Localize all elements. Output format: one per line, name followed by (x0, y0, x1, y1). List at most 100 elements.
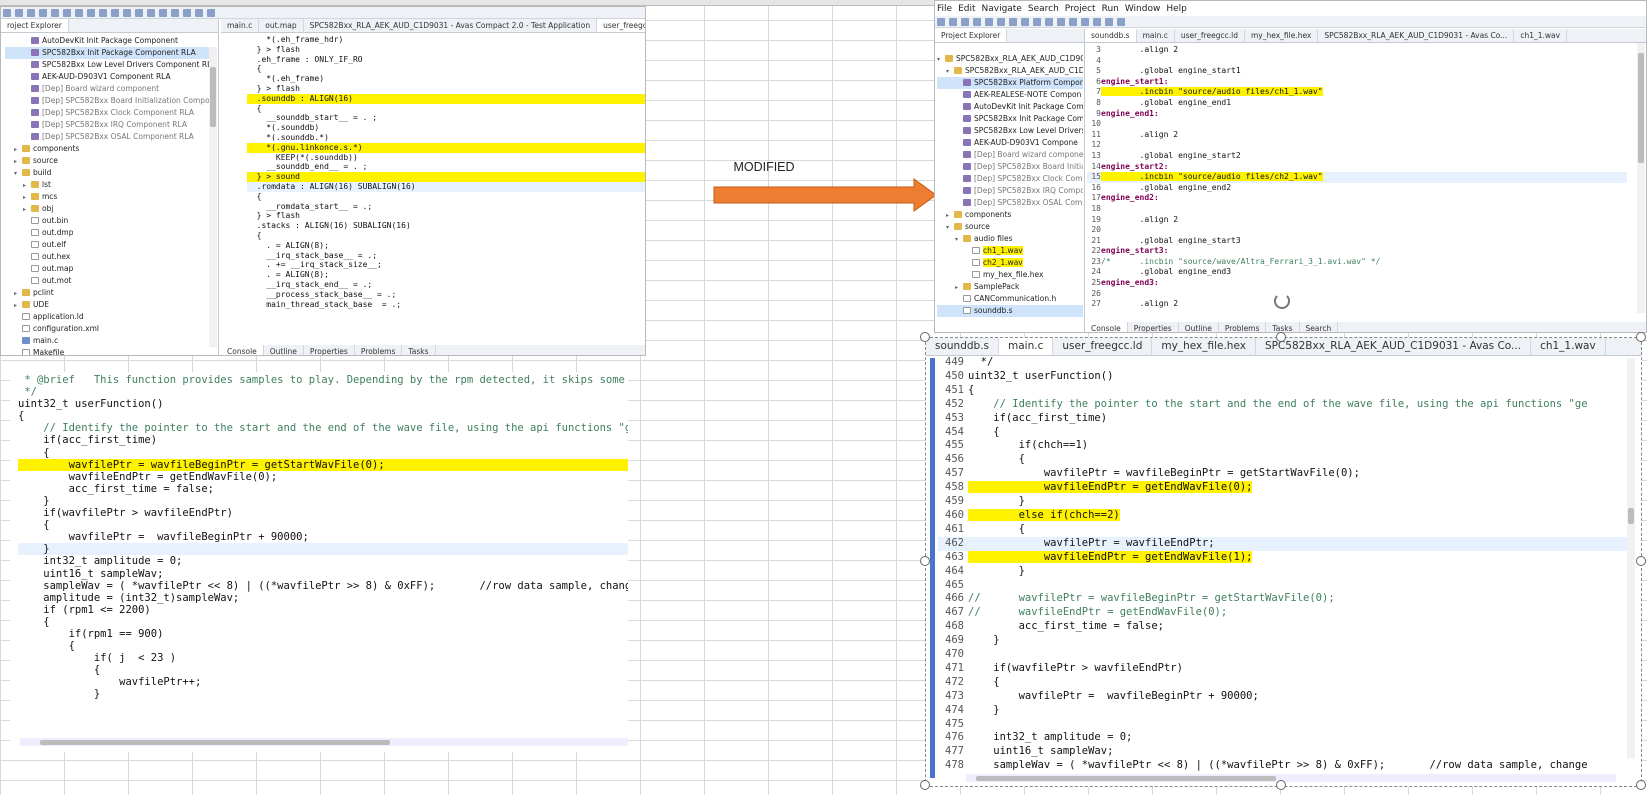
tree-item[interactable]: [Dep] SPC582Bxx Board Initialization Com… (5, 95, 211, 107)
tree-item[interactable]: ▸ SamplePack (937, 281, 1083, 293)
tree-item[interactable]: [Dep] SPC582Bxx Clock Component RLA (5, 107, 211, 119)
editor-tab[interactable]: main.c (1137, 29, 1175, 42)
toolbar-icon[interactable] (3, 9, 11, 17)
editor-tab[interactable]: main.c (221, 19, 260, 32)
expand-toggle-icon[interactable]: ▾ (14, 168, 22, 179)
toolbar-icon[interactable] (195, 9, 203, 17)
tree-item[interactable]: [Dep] SPC582Bxx OSAL Comp (937, 197, 1083, 209)
resize-handle[interactable] (1636, 332, 1646, 342)
tree-item[interactable]: ch2_1.wav (937, 257, 1083, 269)
editor-tab[interactable]: my_hex_file.hex (1245, 29, 1319, 42)
tree-item[interactable]: my_hex_file.hex (937, 269, 1083, 281)
main-c-hscroll[interactable] (966, 774, 1616, 782)
toolbar-icon[interactable] (183, 9, 191, 17)
editor-tab[interactable]: ch1_1.wav (1514, 29, 1568, 42)
toolbar-icon[interactable] (985, 18, 993, 26)
editor-tab[interactable]: out.map (259, 19, 304, 32)
expand-toggle-icon[interactable]: ▾ (946, 66, 954, 77)
tree-item[interactable]: ▾ source (937, 221, 1083, 233)
toolbar-icon[interactable] (171, 9, 179, 17)
toolbar-icon[interactable] (937, 18, 945, 26)
tree-item[interactable]: Makefile (5, 347, 211, 355)
toolbar-icon[interactable] (135, 9, 143, 17)
tree-item[interactable]: application.ld (5, 311, 211, 323)
tree-item[interactable]: out.bin (5, 215, 211, 227)
expand-toggle-icon[interactable]: ▸ (14, 156, 22, 167)
tree-item[interactable]: AEK-AUD-D903V1 Component RLA (5, 71, 211, 83)
tree-item[interactable]: ▸ components (937, 209, 1083, 221)
menu-item-file[interactable]: File (937, 4, 952, 14)
tree-item[interactable]: out.dmp (5, 227, 211, 239)
toolbar-icon[interactable] (1093, 18, 1101, 26)
tree-item[interactable]: [Dep] Board wizard compone (937, 149, 1083, 161)
toolbar-icon[interactable] (1045, 18, 1053, 26)
toolbar-icon[interactable] (997, 18, 1005, 26)
editor-tab[interactable]: Outline (264, 345, 304, 355)
tree-item[interactable]: CANCommunication.h (937, 293, 1083, 305)
editor-tab[interactable]: Outline (1179, 322, 1219, 332)
tree-item[interactable]: ▸ obj (5, 203, 211, 215)
tree-item[interactable]: SPC582Bxx Init Package Component RLA (5, 47, 211, 59)
editor-tab[interactable]: user_freegcc.ld (597, 19, 645, 32)
tree-item[interactable]: ▸ lst (5, 179, 211, 191)
toolbar-icon[interactable] (207, 9, 215, 17)
expand-toggle-icon[interactable]: ▸ (14, 144, 22, 155)
menu-item-search[interactable]: Search (1028, 4, 1059, 14)
expand-toggle-icon[interactable]: ▸ (23, 180, 31, 191)
toolbar-icon[interactable] (949, 18, 957, 26)
expand-toggle-icon[interactable]: ▸ (23, 204, 31, 215)
editor-tab[interactable]: Console (221, 345, 264, 355)
toolbar-icon[interactable] (1033, 18, 1041, 26)
editor-tab[interactable]: main.c (999, 338, 1054, 355)
scrollbar-thumb[interactable] (40, 740, 390, 745)
tree-item[interactable]: SPC582Bxx Low Level Drivers Component RL… (5, 59, 211, 71)
toolbar-icon[interactable] (973, 18, 981, 26)
explorer-scrollbar[interactable] (209, 47, 217, 347)
toolbar-icon[interactable] (159, 9, 167, 17)
resize-handle[interactable] (1276, 780, 1286, 790)
scrollbar-thumb[interactable] (976, 776, 1276, 781)
resize-handle[interactable] (1636, 780, 1646, 790)
expand-toggle-icon[interactable]: ▸ (23, 192, 31, 203)
tree-item[interactable]: ▸ UDE (5, 299, 211, 311)
tree-item[interactable]: SPC582Bxx Init Package Comp (937, 113, 1083, 125)
expand-toggle-icon[interactable]: ▸ (14, 300, 22, 311)
editor-tab[interactable]: Problems (1219, 322, 1267, 332)
toolbar-icon[interactable] (123, 9, 131, 17)
scrollbar-thumb[interactable] (1628, 508, 1634, 524)
sounddb-vscroll[interactable] (1637, 43, 1645, 313)
menu-item-edit[interactable]: Edit (958, 4, 975, 14)
editor-tab[interactable]: SPC582Bxx_RLA_AEK_AUD_C1D9031 - Avas Co.… (1256, 338, 1532, 355)
expand-toggle-icon[interactable]: ▾ (937, 54, 945, 65)
toolbar-icon[interactable] (1117, 18, 1125, 26)
expand-toggle-icon[interactable]: ▾ (955, 234, 963, 245)
tree-item[interactable]: out.elf (5, 239, 211, 251)
original-main-c-code[interactable]: * @brief This function provides samples … (18, 374, 628, 701)
menu-item-navigate[interactable]: Navigate (982, 4, 1022, 14)
menu-item-project[interactable]: Project (1065, 4, 1096, 14)
editor-tab[interactable]: sounddb.s (926, 338, 1000, 355)
editor-tab[interactable]: SPC582Bxx_RLA_AEK_AUD_C1D9031 - Avas Co.… (1318, 29, 1515, 42)
tree-item[interactable]: [Dep] SPC582Bxx IRQ Compo (937, 185, 1083, 197)
expand-toggle-icon[interactable]: ▸ (14, 288, 22, 299)
toolbar-icon[interactable] (1105, 18, 1113, 26)
expand-toggle-icon[interactable]: ▸ (946, 210, 954, 221)
modified-main-c-code[interactable]: 449 */450 uint32_t userFunction() 451{452 … (938, 356, 1628, 773)
menu-item-help[interactable]: Help (1166, 4, 1187, 14)
tree-item[interactable]: ch1_1.wav (937, 245, 1083, 257)
editor-tab[interactable]: Tasks (402, 345, 436, 355)
tree-item[interactable]: ▾ SPC582Bxx_RLA_AEK_AUD_C1D903 (937, 53, 1083, 65)
tree-item[interactable]: ▸ components (5, 143, 211, 155)
editor-tab[interactable]: Console (1085, 322, 1128, 332)
toolbar-icon[interactable] (1009, 18, 1017, 26)
tree-item[interactable]: ▸ pclint (5, 287, 211, 299)
toolbar-icon[interactable] (1057, 18, 1065, 26)
toolbar-icon[interactable] (99, 9, 107, 17)
tree-item[interactable]: AutoDevKit Init Package Component (5, 35, 211, 47)
menu-item-run[interactable]: Run (1102, 4, 1119, 14)
editor-tab[interactable]: Properties (1128, 322, 1179, 332)
tree-item[interactable]: [Dep] Board wizard component (5, 83, 211, 95)
tree-item[interactable]: ▸ mcs (5, 191, 211, 203)
tree-item[interactable]: main.c (5, 335, 211, 347)
tree-item[interactable]: configuration.xml (5, 323, 211, 335)
